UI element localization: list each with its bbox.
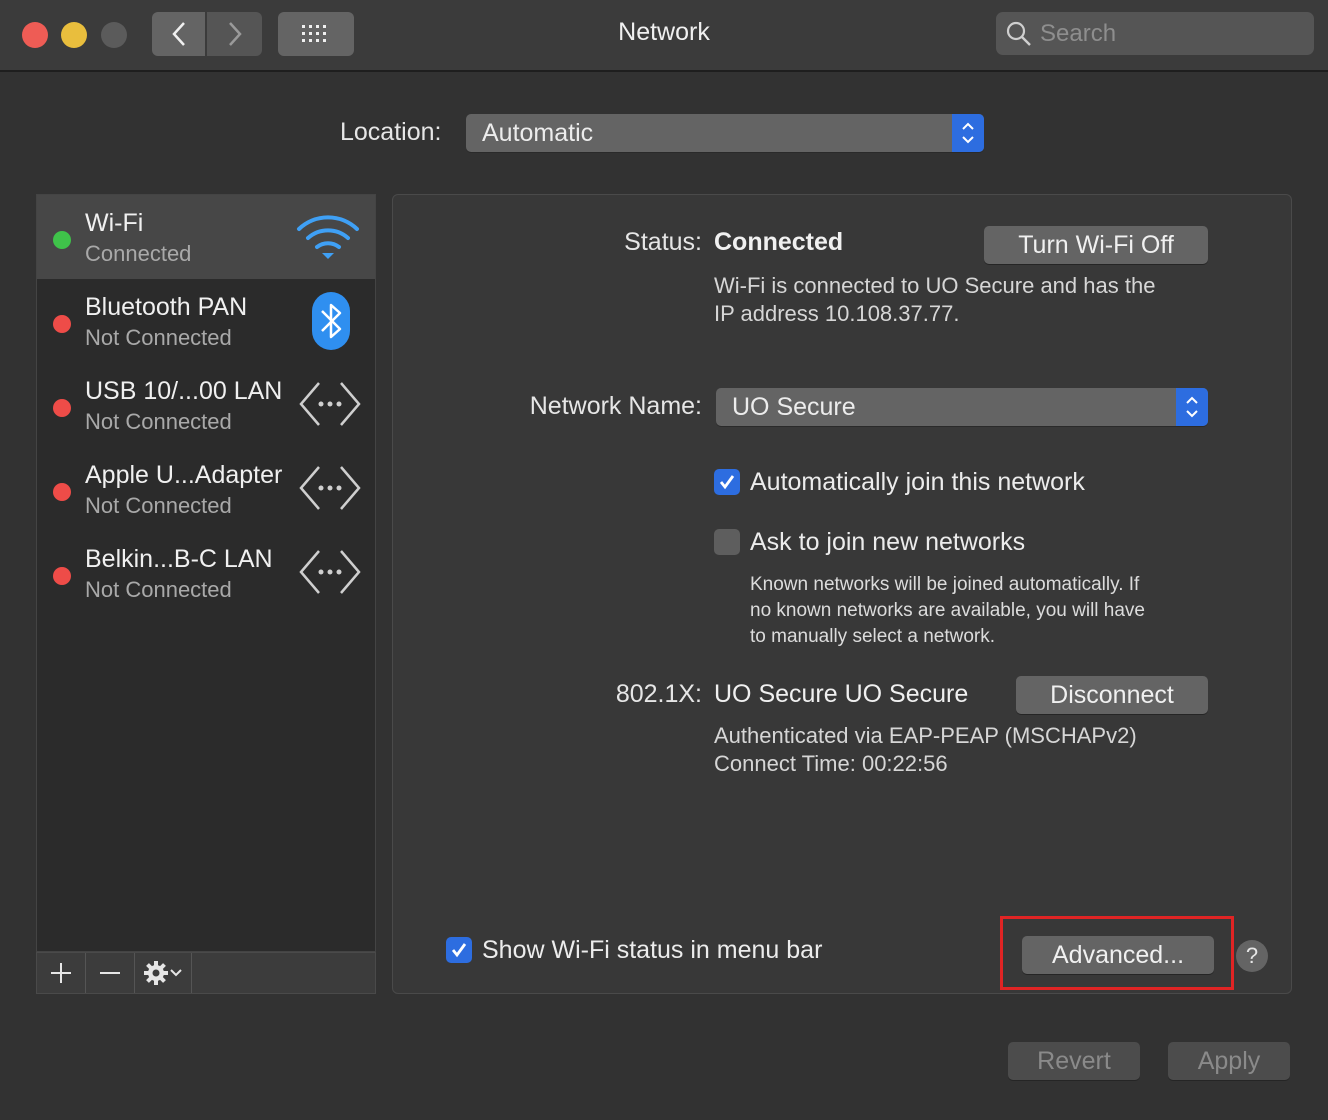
- search-field[interactable]: Search: [996, 12, 1314, 55]
- search-icon: [1006, 21, 1031, 46]
- status-description-line2: IP address 10.108.37.77.: [714, 301, 960, 326]
- wifi-icon: [297, 215, 359, 259]
- service-name: USB 10/...00 LAN: [85, 377, 283, 405]
- dot1x-value: UO Secure UO Secure: [714, 680, 969, 708]
- service-name: Apple U...Adapter: [85, 461, 283, 489]
- service-name: Bluetooth PAN: [85, 293, 248, 321]
- ask-join-checkbox[interactable]: [714, 529, 740, 555]
- network-name-value: UO Secure: [732, 392, 856, 421]
- service-status: Not Connected: [85, 577, 232, 602]
- service-actions-button[interactable]: [135, 953, 192, 993]
- service-name: Wi-Fi: [85, 209, 144, 237]
- checkmark-icon: [719, 475, 735, 490]
- plus-icon: [51, 963, 71, 983]
- status-description: Wi-Fi is connected to UO Secure and has …: [714, 272, 1234, 328]
- ask-join-note-line1: Known networks will be joined automatica…: [750, 574, 1140, 595]
- status-dot: [53, 567, 71, 585]
- ask-join-note-line2: no known networks are available, you wil…: [750, 600, 1145, 621]
- remove-service-button[interactable]: [86, 953, 135, 993]
- ask-join-note: Known networks will be joined automatica…: [750, 572, 1220, 650]
- auth-method: Authenticated via EAP-PEAP (MSCHAPv2): [714, 723, 1137, 748]
- minus-icon: [100, 972, 120, 974]
- disconnect-button[interactable]: Disconnect: [1016, 676, 1208, 714]
- auto-join-label[interactable]: Automatically join this network: [750, 468, 1085, 497]
- status-value: Connected: [714, 228, 844, 256]
- updown-arrows-icon: [1176, 388, 1208, 426]
- apply-button[interactable]: Apply: [1168, 1042, 1290, 1080]
- location-popup[interactable]: Automatic: [466, 114, 984, 152]
- search-placeholder: Search: [1040, 19, 1117, 47]
- service-item-wifi[interactable]: Wi-Fi Connected: [37, 195, 375, 279]
- title-bar: Network Search: [0, 0, 1328, 72]
- ethernet-icon: [299, 466, 361, 510]
- location-value: Automatic: [482, 118, 594, 147]
- status-dot: [53, 315, 71, 333]
- checkmark-icon: [451, 943, 467, 958]
- service-list-toolbar: [36, 952, 376, 994]
- show-wifi-status-checkbox[interactable]: [446, 937, 472, 963]
- status-description-line1: Wi-Fi is connected to UO Secure and has …: [714, 273, 1156, 298]
- status-dot: [53, 399, 71, 417]
- status-label: Status:: [624, 228, 702, 256]
- service-item-apple-usb-adapter[interactable]: Apple U...Adapter Not Connected: [37, 447, 375, 531]
- bluetooth-icon: [312, 292, 350, 350]
- turn-wifi-off-button[interactable]: Turn Wi-Fi Off: [984, 226, 1208, 264]
- auto-join-checkbox[interactable]: [714, 469, 740, 495]
- highlight-box: [1000, 916, 1234, 990]
- service-status: Not Connected: [85, 325, 232, 350]
- service-item-bluetooth-pan[interactable]: Bluetooth PAN Not Connected: [37, 279, 375, 363]
- ethernet-icon: [299, 550, 361, 594]
- ask-join-note-line3: to manually select a network.: [750, 626, 996, 647]
- network-name-popup[interactable]: UO Secure: [716, 388, 1208, 426]
- service-name: Belkin...B-C LAN: [85, 545, 273, 573]
- updown-arrows-icon: [952, 114, 984, 152]
- network-name-label: Network Name:: [529, 392, 702, 420]
- gear-icon: [144, 961, 168, 985]
- location-label: Location:: [340, 118, 442, 146]
- service-item-belkin-lan[interactable]: Belkin...B-C LAN Not Connected: [37, 531, 375, 615]
- ethernet-icon: [299, 382, 361, 426]
- ask-join-label[interactable]: Ask to join new networks: [750, 528, 1025, 557]
- service-list: Wi-Fi Connected Bluetooth PAN Not Connec…: [36, 194, 376, 952]
- service-status: Not Connected: [85, 409, 232, 434]
- status-dot: [53, 231, 71, 249]
- show-wifi-status-label[interactable]: Show Wi-Fi status in menu bar: [482, 936, 822, 965]
- service-item-usb-lan[interactable]: USB 10/...00 LAN Not Connected: [37, 363, 375, 447]
- revert-button[interactable]: Revert: [1008, 1042, 1140, 1080]
- help-button[interactable]: ?: [1236, 940, 1268, 972]
- service-status: Not Connected: [85, 493, 232, 518]
- chevron-down-icon: [170, 969, 182, 977]
- add-service-button[interactable]: [37, 953, 86, 993]
- service-status: Connected: [85, 241, 192, 266]
- status-dot: [53, 483, 71, 501]
- connect-time: Connect Time: 00:22:56: [714, 751, 948, 776]
- auth-info: Authenticated via EAP-PEAP (MSCHAPv2) Co…: [714, 722, 1234, 778]
- dot1x-label: 802.1X:: [615, 680, 702, 708]
